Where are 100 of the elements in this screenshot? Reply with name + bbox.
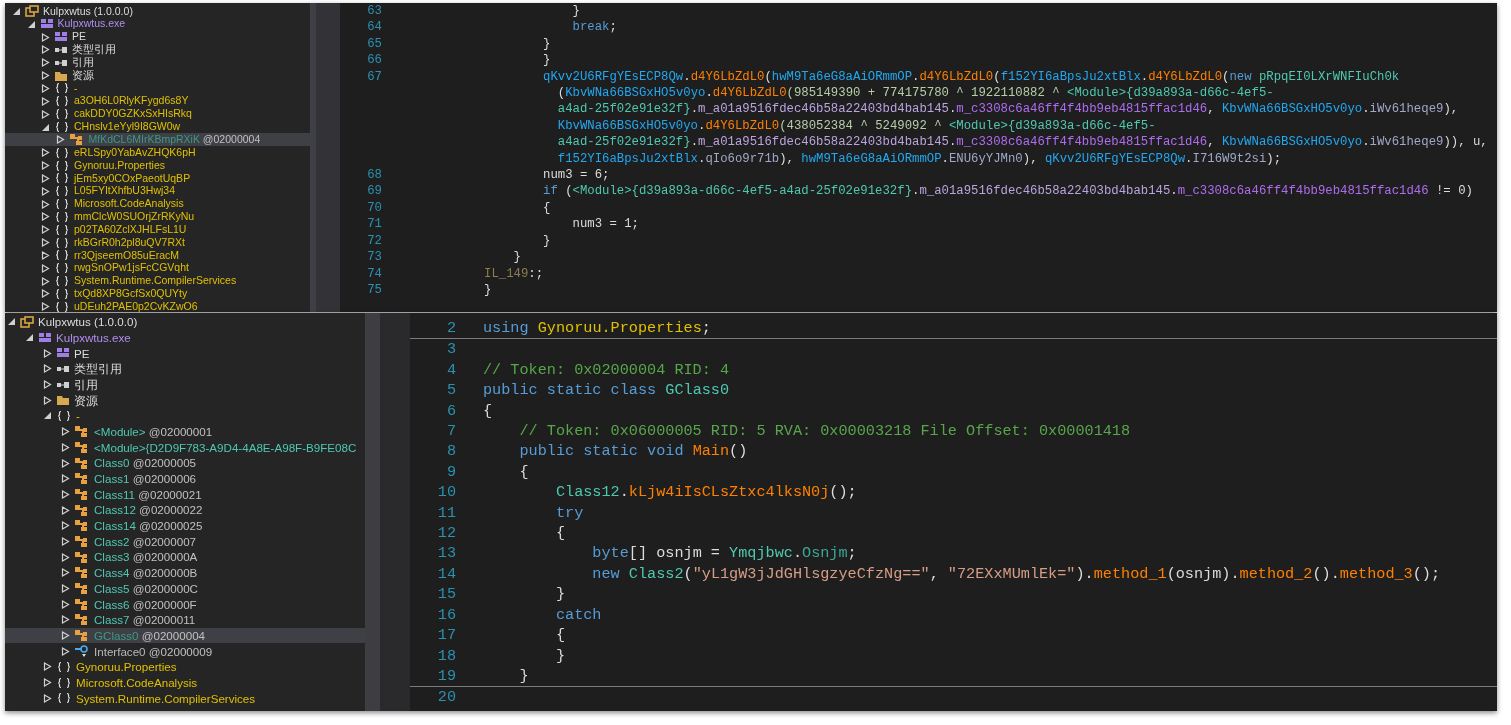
namespace-icon: [54, 82, 70, 95]
interface-icon: [74, 644, 90, 658]
tree-item[interactable]: Class2 @02000007: [94, 532, 197, 551]
tree-item[interactable]: Class3 @0200000A: [94, 548, 198, 566]
expand-arrow-icon[interactable]: [41, 225, 50, 235]
expand-arrow-icon[interactable]: [41, 250, 50, 260]
collapse-arrow-icon[interactable]: [25, 333, 34, 343]
expand-arrow-icon[interactable]: [41, 71, 50, 81]
expand-arrow-icon[interactable]: [61, 521, 70, 531]
expand-arrow-icon[interactable]: [61, 631, 70, 641]
expand-arrow-icon[interactable]: [61, 474, 70, 484]
expand-arrow-icon[interactable]: [55, 135, 65, 145]
code-line: a4ad-25f02e91e32f}.m_a01a9516fdec46b58a22403bd4bab145.m_c3308c6a46ff4f4bb9eb4815ffac1d46, KbvWNa66BSGxHO5v0yo.iWv61heqe9),: [556, 101, 1459, 118]
tree-item[interactable]: Class12 @02000022: [94, 501, 203, 519]
expand-arrow-icon[interactable]: [61, 584, 70, 594]
tree-item[interactable]: -: [76, 407, 80, 425]
tree-item[interactable]: <Module> @02000001: [94, 422, 213, 441]
tree-item[interactable]: GClass0 @02000004: [94, 626, 206, 645]
expand-arrow-icon[interactable]: [61, 615, 70, 625]
collapse-arrow-icon[interactable]: [12, 6, 21, 16]
selected-tree-row[interactable]: MfKdCL6MIrKBmpRXiK @02000004: [5, 133, 310, 147]
expand-arrow-icon[interactable]: [61, 599, 70, 609]
expand-arrow-icon[interactable]: [41, 199, 50, 209]
scrollbar[interactable]: [365, 313, 380, 711]
expand-arrow-icon[interactable]: [43, 693, 52, 703]
expand-arrow-icon[interactable]: [41, 161, 50, 171]
expand-arrow-icon[interactable]: [41, 302, 50, 312]
collapse-arrow-icon[interactable]: [43, 411, 52, 421]
tree-item[interactable]: PE: [74, 344, 90, 362]
expand-arrow-icon[interactable]: [61, 505, 70, 515]
line-number: 13: [436, 543, 456, 564]
tree-item[interactable]: Class11 @02000021: [94, 485, 202, 504]
expand-arrow-icon[interactable]: [61, 552, 70, 562]
expand-arrow-icon[interactable]: [41, 148, 50, 158]
tree-item[interactable]: Class7 @02000011: [94, 611, 196, 629]
expand-arrow-icon[interactable]: [43, 662, 52, 672]
tree-item[interactable]: Kulpxwtus (1.0.0.0): [38, 313, 138, 331]
expand-arrow-icon[interactable]: [61, 458, 70, 468]
line-number: 71: [366, 216, 382, 233]
expand-arrow-icon[interactable]: [61, 646, 70, 656]
expand-arrow-icon[interactable]: [41, 84, 50, 93]
tree-item[interactable]: Interface0 @02000009: [94, 642, 213, 660]
expand-arrow-icon[interactable]: [41, 212, 50, 222]
tree-item[interactable]: Microsoft.CodeAnalysis: [76, 673, 198, 692]
collapse-arrow-icon[interactable]: [26, 19, 36, 29]
expand-arrow-icon[interactable]: [41, 238, 50, 248]
tree-item[interactable]: Class5 @0200000C: [94, 579, 198, 598]
tree-item[interactable]: 类型引用: [74, 360, 122, 378]
line-number: 20: [436, 687, 456, 708]
expand-arrow-icon[interactable]: [41, 186, 50, 196]
line-number: 67: [366, 68, 382, 86]
expand-arrow-icon[interactable]: [41, 96, 50, 106]
namespace-icon: [54, 300, 70, 312]
expand-arrow-icon[interactable]: [41, 58, 50, 68]
tree-item[interactable]: Class0 @02000005: [94, 454, 197, 472]
expand-arrow-icon[interactable]: [41, 263, 50, 273]
class-icon: [74, 440, 90, 454]
expand-arrow-icon[interactable]: [61, 427, 70, 437]
class-icon: [68, 133, 85, 147]
tree-item[interactable]: Class4 @0200000B: [94, 564, 198, 582]
line-number: 68: [366, 167, 382, 184]
expand-arrow-icon[interactable]: [41, 289, 50, 299]
tree-item[interactable]: Class1 @02000006: [94, 470, 197, 488]
expand-arrow-icon[interactable]: [43, 678, 52, 688]
expand-arrow-icon[interactable]: [61, 536, 70, 546]
selected-tree-row[interactable]: GClass0 @02000004: [5, 627, 365, 644]
tree-item[interactable]: Kulpxwtus.exe: [56, 328, 131, 347]
collapse-arrow-icon[interactable]: [7, 317, 16, 327]
tree-item[interactable]: 引用: [74, 375, 98, 394]
expand-arrow-icon[interactable]: [61, 489, 70, 499]
expand-arrow-icon[interactable]: [41, 173, 50, 183]
line-number: 15: [436, 584, 456, 605]
expand-arrow-icon[interactable]: [61, 568, 70, 578]
tree-item[interactable]: Class6 @0200000F: [94, 595, 197, 613]
collapse-arrow-icon[interactable]: [41, 122, 50, 132]
expand-arrow-icon[interactable]: [43, 364, 52, 374]
code-line: if (<Module>{d39a893a-d66c-4ef5-a4ad-25f02e91e32f}.m_a01a9516fdec46b58a22403bd4bab145.m_c3308c6a46ff4f4bb9eb4815ffac1d46 != 0): [542, 183, 1473, 200]
tree-item[interactable]: <Module>{D2D9F783-A9D4-4A8E-A98F-B9FE08C: [94, 438, 357, 457]
code-line: num3 = 6;: [542, 167, 610, 184]
tree-item[interactable]: System.Runtime.CompilerServices: [76, 689, 256, 708]
expand-arrow-icon[interactable]: [61, 442, 70, 452]
namespace-icon: [54, 159, 70, 172]
tree-item[interactable]: 资源: [74, 391, 98, 409]
tree-item[interactable]: Class14 @02000025: [94, 517, 203, 535]
expand-arrow-icon[interactable]: [41, 45, 50, 55]
expand-arrow-icon[interactable]: [43, 380, 52, 390]
code-line: }: [571, 3, 580, 20]
namespace-icon: [54, 288, 70, 300]
expand-arrow-icon[interactable]: [43, 348, 52, 358]
namespace-icon: [54, 198, 70, 211]
expand-arrow-icon[interactable]: [41, 32, 50, 42]
tree-item[interactable]: Gynoruu.Properties: [76, 658, 177, 676]
expand-arrow-icon[interactable]: [41, 109, 50, 119]
class-icon: [74, 597, 90, 611]
expand-arrow-icon[interactable]: [43, 395, 52, 405]
folder-icon: [54, 69, 68, 82]
line-number: 12: [436, 523, 456, 544]
expand-arrow-icon[interactable]: [41, 276, 50, 286]
line-number: 4: [445, 359, 456, 381]
code-line: {: [542, 199, 551, 217]
